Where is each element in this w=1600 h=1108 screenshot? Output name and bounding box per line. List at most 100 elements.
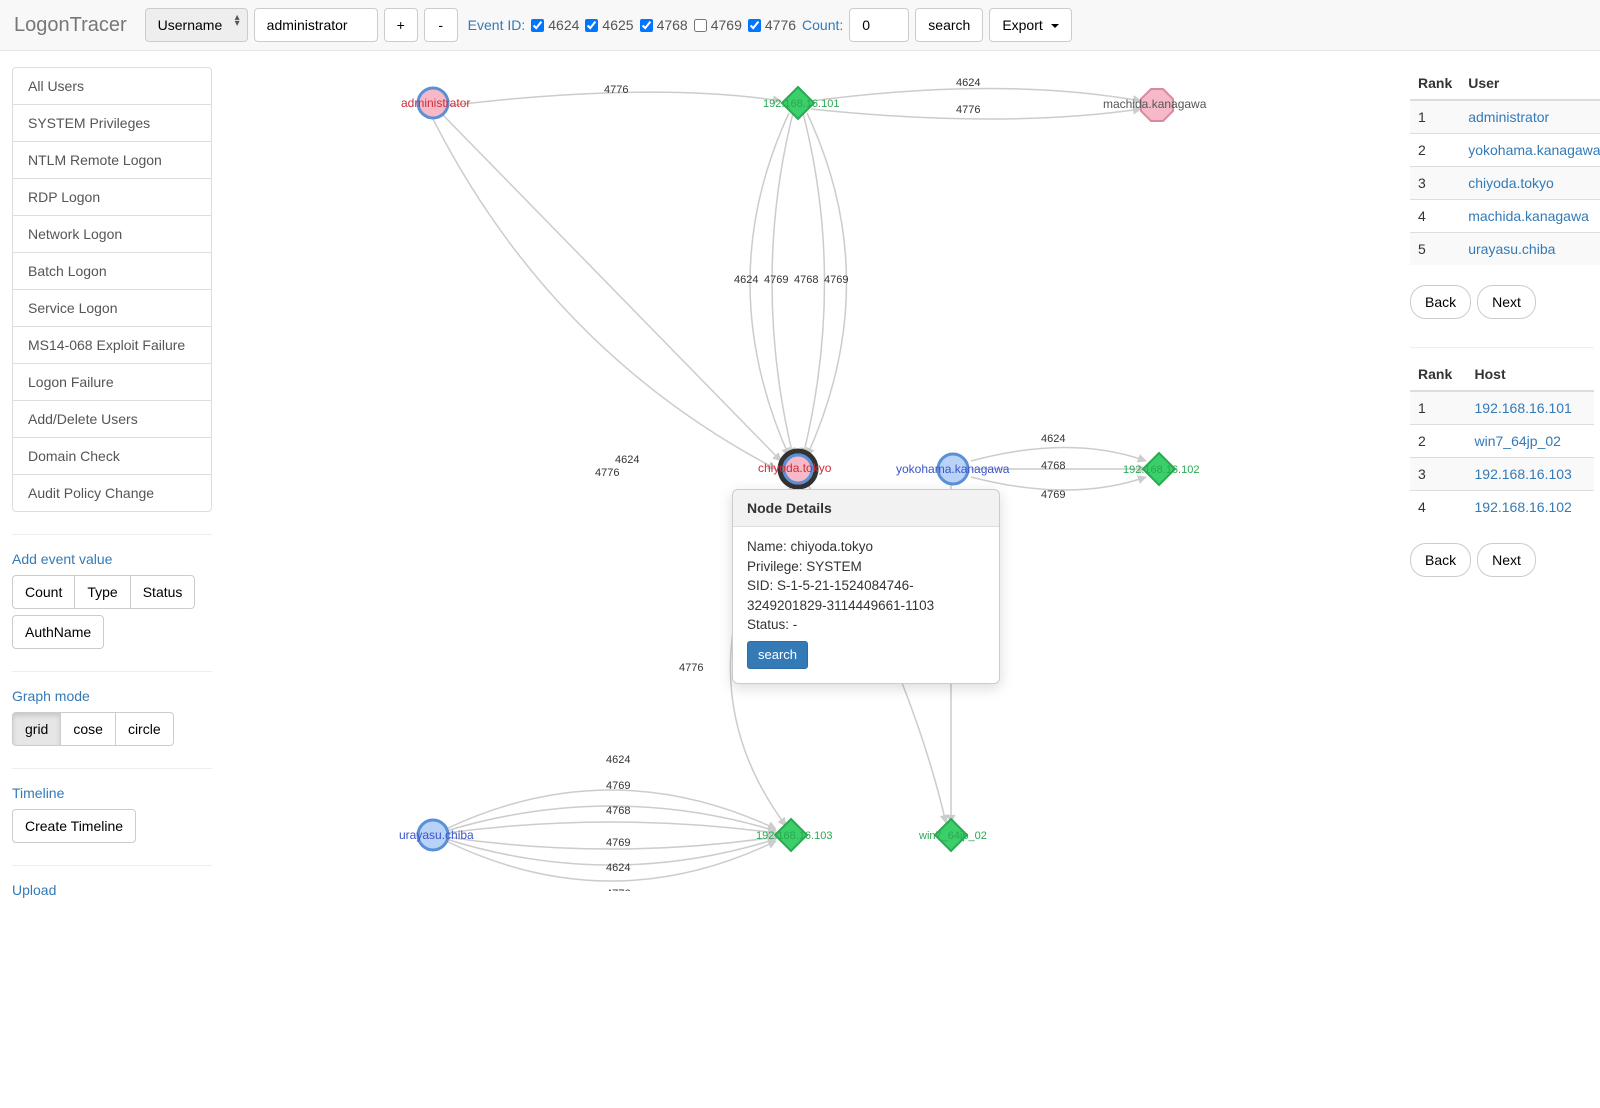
filter-audit-policy[interactable]: Audit Policy Change — [13, 475, 211, 511]
mode-grid-button[interactable]: grid — [12, 712, 61, 746]
host-link[interactable]: win7_64jp_02 — [1475, 433, 1561, 449]
filter-service-logon[interactable]: Service Logon — [13, 290, 211, 327]
col-host: Host — [1467, 358, 1595, 391]
count-input[interactable] — [849, 8, 909, 42]
host-next-button[interactable]: Next — [1477, 543, 1536, 577]
edge-label: 4769 — [824, 274, 848, 286]
add-event-buttons-2: AuthName — [12, 615, 104, 649]
event-4625-checkbox[interactable] — [585, 19, 598, 32]
filter-add-delete-users[interactable]: Add/Delete Users — [13, 401, 211, 438]
edge-label: 4768 — [606, 805, 630, 817]
export-button[interactable]: Export — [989, 8, 1071, 42]
user-link[interactable]: chiyoda.tokyo — [1468, 175, 1554, 191]
search-button[interactable]: search — [915, 8, 983, 42]
table-row: 4machida.kanagawa — [1410, 200, 1600, 233]
filter-ms14-068[interactable]: MS14-068 Exploit Failure — [13, 327, 211, 364]
add-status-button[interactable]: Status — [130, 575, 196, 609]
event-4769[interactable]: 4769 — [694, 17, 742, 33]
table-row: 1192.168.16.101 — [1410, 391, 1594, 425]
svg-text:administrator: administrator — [401, 96, 470, 110]
edge-label: 4776 — [606, 888, 630, 891]
node-h103[interactable]: 192.168.16.103 — [756, 819, 832, 851]
create-timeline-button[interactable]: Create Timeline — [12, 809, 136, 843]
filter-all-users[interactable]: All Users — [13, 68, 211, 105]
user-link[interactable]: urayasu.chiba — [1468, 241, 1555, 257]
popup-body: Name: chiyoda.tokyo Privilege: SYSTEM SI… — [733, 527, 999, 683]
event-4776[interactable]: 4776 — [748, 17, 796, 33]
svg-text:192.168.16.101: 192.168.16.101 — [763, 98, 839, 110]
edge-label: 4776 — [595, 467, 619, 479]
brand: LogonTracer — [10, 14, 139, 37]
popup-sid-row: SID: S-1-5-21-1524084746-3249201829-3114… — [747, 576, 985, 615]
node-machida[interactable]: machida.kanagawa — [1103, 89, 1207, 121]
right-panel: Rank User 1administrator 2yokohama.kanag… — [1410, 51, 1600, 906]
search-input[interactable] — [254, 8, 378, 42]
table-row: 4192.168.16.102 — [1410, 491, 1594, 524]
node-win7[interactable]: win7_64jp_02 — [918, 819, 987, 851]
event-4769-checkbox[interactable] — [694, 19, 707, 32]
add-authname-button[interactable]: AuthName — [12, 615, 104, 649]
node-yokohama[interactable]: yokohama.kanagawa — [896, 454, 1010, 484]
node-chiyoda[interactable]: chiyoda.tokyo — [758, 451, 832, 487]
user-next-button[interactable]: Next — [1477, 285, 1536, 319]
upload-label: Upload — [12, 882, 212, 898]
edge-label: 4769 — [606, 780, 630, 792]
node-h101[interactable]: 192.168.16.101 — [763, 87, 839, 119]
add-count-button[interactable]: Count — [12, 575, 75, 609]
add-type-button[interactable]: Type — [74, 575, 130, 609]
edge-label: 4768 — [794, 274, 818, 286]
popup-search-button[interactable]: search — [747, 641, 808, 670]
search-mode-select[interactable]: Username — [145, 8, 248, 42]
edge-label: 4769 — [1041, 489, 1065, 501]
edge-label: 4624 — [956, 77, 980, 89]
rank-user-table: Rank User 1administrator 2yokohama.kanag… — [1410, 67, 1600, 265]
table-row: 2yokohama.kanagawa — [1410, 134, 1600, 167]
main-container: All Users SYSTEM Privileges NTLM Remote … — [0, 51, 1600, 906]
user-link[interactable]: administrator — [1468, 109, 1549, 125]
svg-text:machida.kanagawa: machida.kanagawa — [1103, 97, 1207, 111]
mode-cose-button[interactable]: cose — [60, 712, 116, 746]
filter-system-privileges[interactable]: SYSTEM Privileges — [13, 105, 211, 142]
timeline-label: Timeline — [12, 785, 212, 801]
event-4624-checkbox[interactable] — [531, 19, 544, 32]
event-id-label: Event ID: — [468, 17, 526, 33]
edge-label: 4769 — [606, 837, 630, 849]
edge-label: 4624 — [606, 754, 630, 766]
node-administrator[interactable]: administrator — [401, 88, 470, 118]
mode-circle-button[interactable]: circle — [115, 712, 174, 746]
zoom-in-button[interactable]: + — [384, 8, 418, 42]
zoom-out-button[interactable]: - — [424, 8, 458, 42]
col-user: User — [1460, 67, 1600, 100]
user-link[interactable]: yokohama.kanagawa — [1468, 142, 1600, 158]
user-link[interactable]: machida.kanagawa — [1468, 208, 1589, 224]
host-pager: Back Next — [1410, 543, 1594, 577]
node-urayasu[interactable]: urayasu.chiba — [399, 820, 474, 850]
host-link[interactable]: 192.168.16.102 — [1475, 499, 1572, 515]
filter-logon-failure[interactable]: Logon Failure — [13, 364, 211, 401]
host-back-button[interactable]: Back — [1410, 543, 1471, 577]
host-link[interactable]: 192.168.16.101 — [1475, 400, 1572, 416]
edge-label: 4624 — [615, 454, 639, 466]
filter-domain-check[interactable]: Domain Check — [13, 438, 211, 475]
user-back-button[interactable]: Back — [1410, 285, 1471, 319]
filter-network-logon[interactable]: Network Logon — [13, 216, 211, 253]
svg-text:192.168.16.102: 192.168.16.102 — [1123, 464, 1199, 476]
event-4624[interactable]: 4624 — [531, 17, 579, 33]
svg-text:192.168.16.103: 192.168.16.103 — [756, 830, 832, 842]
event-4768-checkbox[interactable] — [640, 19, 653, 32]
svg-text:win7_64jp_02: win7_64jp_02 — [918, 830, 987, 842]
filter-ntlm-remote[interactable]: NTLM Remote Logon — [13, 142, 211, 179]
edge-label: 4768 — [1041, 460, 1065, 472]
event-4768[interactable]: 4768 — [640, 17, 688, 33]
popup-name-row: Name: chiyoda.tokyo — [747, 537, 985, 557]
navbar: LogonTracer Username ▴▾ + - Event ID: 46… — [0, 0, 1600, 51]
event-4776-checkbox[interactable] — [748, 19, 761, 32]
filter-rdp-logon[interactable]: RDP Logon — [13, 179, 211, 216]
event-4625[interactable]: 4625 — [585, 17, 633, 33]
filter-batch-logon[interactable]: Batch Logon — [13, 253, 211, 290]
host-link[interactable]: 192.168.16.103 — [1475, 466, 1572, 482]
user-pager: Back Next — [1410, 285, 1594, 319]
filter-list: All Users SYSTEM Privileges NTLM Remote … — [12, 67, 212, 512]
graph-area[interactable]: 4776 4624 4776 4624 4769 4768 4769 4624 … — [212, 51, 1410, 891]
edge-label: 4769 — [764, 274, 788, 286]
